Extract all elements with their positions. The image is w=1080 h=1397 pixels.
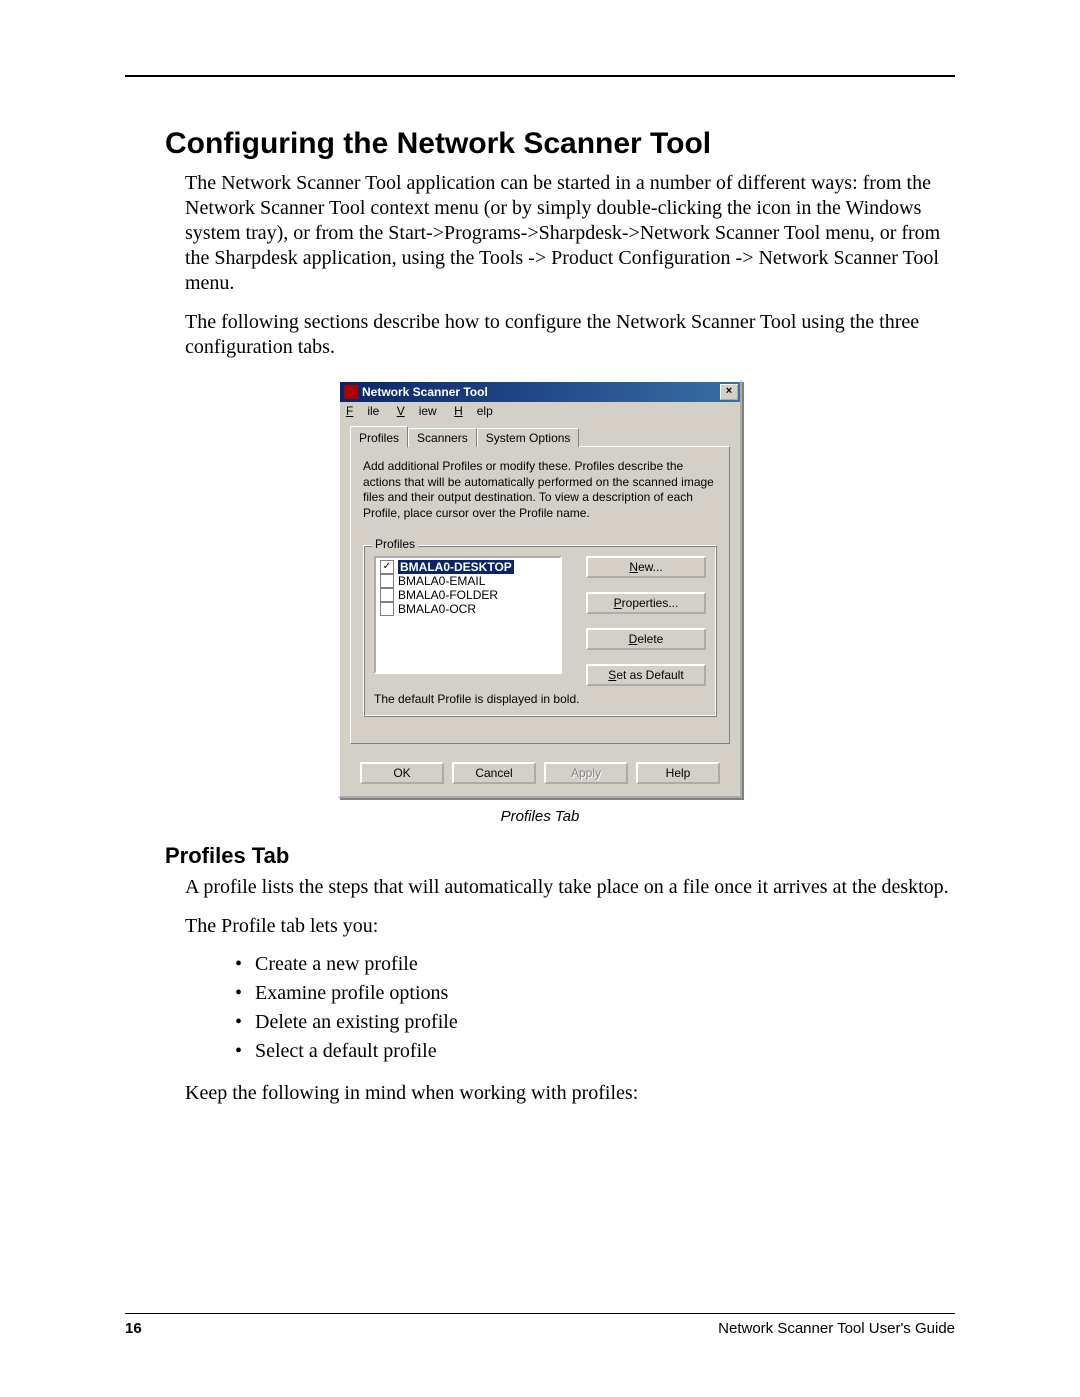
profiles-listbox[interactable]: ✓ BMALA0-DESKTOP BMALA0-EMAIL BMALA0-FOL [374,556,562,674]
menu-view[interactable]: View [397,404,437,418]
cancel-button[interactable]: Cancel [452,762,536,784]
checkbox-icon[interactable] [380,602,394,616]
screenshot-figure: Network Scanner Tool × File View Help Pr… [125,380,955,798]
bullet-item: Examine profile options [235,982,955,1005]
ok-button[interactable]: OK [360,762,444,784]
list-item[interactable]: BMALA0-EMAIL [378,574,558,588]
delete-button[interactable]: Delete [586,628,706,650]
list-item-label: BMALA0-FOLDER [398,588,498,602]
profiles-para-2: The Profile tab lets you: [185,914,955,939]
page-footer: 16 Network Scanner Tool User's Guide [125,1313,955,1337]
intro-paragraph-1: The Network Scanner Tool application can… [185,171,955,296]
menu-file[interactable]: File [346,404,379,418]
top-rule [125,75,955,77]
checkbox-icon[interactable] [380,588,394,602]
bullet-item: Select a default profile [235,1040,955,1063]
set-default-button[interactable]: Set as Default [586,664,706,686]
list-item[interactable]: BMALA0-FOLDER [378,588,558,602]
intro-paragraph-2: The following sections describe how to c… [185,310,955,360]
profiles-para-3: Keep the following in mind when working … [185,1081,955,1106]
profiles-para-1: A profile lists the steps that will auto… [185,875,955,900]
dialog-titlebar[interactable]: Network Scanner Tool × [340,382,740,402]
tab-panel-profiles: Add additional Profiles or modify these.… [350,446,730,744]
dialog-bottom-buttons: OK Cancel Apply Help [340,754,740,796]
document-page: Configuring the Network Scanner Tool The… [0,0,1080,1397]
tab-scanners[interactable]: Scanners [408,428,477,447]
list-item[interactable]: BMALA0-OCR [378,602,558,616]
groupbox-legend: Profiles [372,537,418,551]
list-item[interactable]: ✓ BMALA0-DESKTOP [378,560,558,574]
page-number: 16 [125,1320,142,1337]
profiles-groupbox: Profiles ✓ BMALA0-DESKTOP BMALA0-EMAIL [363,545,717,717]
profile-buttons-column: New... Properties... Delete Set as Defau… [586,556,706,686]
default-profile-note: The default Profile is displayed in bold… [374,692,706,706]
menu-help[interactable]: Help [454,404,493,418]
bullet-item: Delete an existing profile [235,1011,955,1034]
checkbox-icon[interactable]: ✓ [380,560,394,574]
new-button[interactable]: New... [586,556,706,578]
list-item-label: BMALA0-DESKTOP [398,560,514,574]
apply-button[interactable]: Apply [544,762,628,784]
tab-profiles[interactable]: Profiles [350,426,408,448]
checkbox-icon[interactable] [380,574,394,588]
bullet-item: Create a new profile [235,953,955,976]
properties-button[interactable]: Properties... [586,592,706,614]
help-button[interactable]: Help [636,762,720,784]
app-icon [344,385,358,399]
network-scanner-dialog: Network Scanner Tool × File View Help Pr… [338,380,742,798]
tab-system-options[interactable]: System Options [477,428,580,447]
dialog-title: Network Scanner Tool [362,385,488,399]
tab-strip: Profiles Scanners System Options [350,426,730,447]
list-item-label: BMALA0-EMAIL [398,574,485,588]
list-item-label: BMALA0-OCR [398,602,476,616]
profiles-bullet-list: Create a new profile Examine profile opt… [235,953,955,1063]
close-icon[interactable]: × [720,384,738,400]
tab-description: Add additional Profiles or modify these.… [363,459,717,521]
figure-caption: Profiles Tab [125,808,955,825]
profiles-tab-heading: Profiles Tab [165,843,955,869]
footer-doc-title: Network Scanner Tool User's Guide [718,1320,955,1337]
section-heading: Configuring the Network Scanner Tool [165,127,955,161]
menu-bar: File View Help [340,402,740,420]
